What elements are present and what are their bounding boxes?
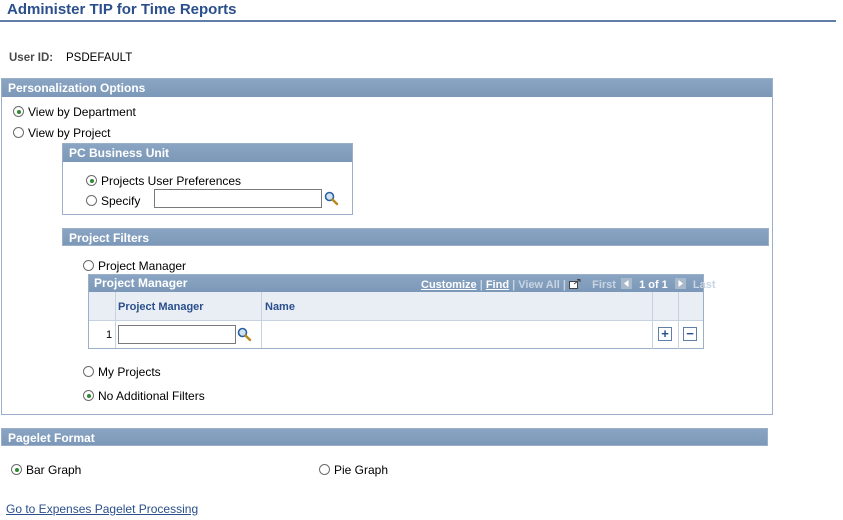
project-manager-option[interactable]: Project Manager — [83, 258, 186, 273]
download-icon[interactable] — [569, 279, 581, 292]
pagelet-format-section: Pagelet Format Bar Graph Pie Graph — [1, 428, 768, 488]
view-by-department-label: View by Department — [28, 104, 136, 119]
project-filters-section: Project Filters Project Manager Project … — [62, 228, 769, 408]
projects-user-preferences-option[interactable]: Projects User Preferences — [86, 173, 241, 188]
personalization-options-header: Personalization Options — [2, 79, 772, 97]
projects-user-preferences-label: Projects User Preferences — [101, 173, 242, 188]
page-title: Administer TIP for Time Reports — [7, 1, 237, 18]
view-by-project-option[interactable]: View by Project — [13, 125, 110, 140]
grid-title-bar: Project Manager Customize | Find | View … — [89, 275, 716, 292]
page-count: 1 of 1 — [639, 279, 668, 291]
specify-label: Specify — [101, 193, 141, 208]
pagelet-format-header: Pagelet Format — [1, 428, 768, 446]
grid-title: Project Manager — [94, 276, 188, 290]
grid-navigation: Customize | Find | View All | First 1 of… — [421, 278, 716, 292]
personalization-options-group: Personalization Options View by Departme… — [1, 78, 773, 415]
view-by-project-label: View by Project — [28, 125, 111, 140]
view-by-department-radio[interactable] — [13, 106, 24, 118]
business-unit-input[interactable] — [154, 189, 322, 208]
view-by-project-radio[interactable] — [13, 127, 24, 139]
customize-link[interactable]: Customize — [421, 279, 477, 291]
my-projects-option[interactable]: My Projects — [83, 364, 161, 379]
find-link[interactable]: Find — [486, 279, 509, 291]
first-link[interactable]: First — [592, 279, 616, 291]
specify-option[interactable]: Specify — [86, 193, 140, 208]
previous-arrow-icon[interactable] — [621, 278, 632, 289]
my-projects-label: My Projects — [98, 364, 161, 379]
user-id-label: User ID: — [9, 52, 54, 64]
project-manager-radio[interactable] — [83, 260, 94, 272]
expenses-pagelet-processing-link[interactable]: Go to Expenses Pagelet Processing — [6, 502, 198, 516]
my-projects-radio[interactable] — [83, 366, 94, 378]
business-unit-lookup-icon[interactable] — [324, 191, 339, 209]
user-id-value: PSDEFAULT — [66, 52, 133, 64]
project-filters-header: Project Filters — [62, 228, 769, 246]
project-manager-input[interactable] — [118, 325, 236, 344]
pie-graph-label: Pie Graph — [334, 462, 389, 477]
bar-graph-radio[interactable] — [11, 464, 22, 476]
next-arrow-icon[interactable] — [674, 278, 686, 289]
add-row-button[interactable]: + — [658, 327, 672, 341]
bar-graph-label: Bar Graph — [26, 462, 82, 477]
no-additional-filters-label: No Additional Filters — [98, 388, 205, 403]
pc-business-unit-group: PC Business Unit Projects User Preferenc… — [62, 143, 353, 215]
column-header-project-manager: Project Manager — [118, 301, 204, 313]
pie-graph-radio[interactable] — [319, 464, 330, 476]
delete-row-button[interactable]: − — [683, 327, 697, 341]
column-header-name: Name — [265, 301, 295, 313]
title-divider — [0, 20, 836, 22]
pc-business-unit-header: PC Business Unit — [63, 144, 352, 162]
table-row: 1 + − — [89, 321, 703, 348]
pie-graph-option[interactable]: Pie Graph — [319, 462, 388, 477]
grid-column-header-row: Project Manager Name — [89, 292, 703, 349]
view-all-link[interactable]: View All — [518, 279, 560, 291]
project-manager-grid: Project Manager Customize | Find | View … — [88, 274, 716, 349]
project-manager-lookup-icon[interactable] — [237, 327, 252, 345]
projects-user-preferences-radio[interactable] — [86, 175, 97, 187]
view-by-department-option[interactable]: View by Department — [13, 104, 136, 119]
no-additional-filters-option[interactable]: No Additional Filters — [83, 388, 205, 403]
last-link[interactable]: Last — [693, 279, 716, 291]
row-number: 1 — [106, 329, 113, 341]
specify-radio[interactable] — [86, 195, 97, 207]
project-manager-option-label: Project Manager — [98, 258, 187, 273]
bar-graph-option[interactable]: Bar Graph — [11, 462, 81, 477]
no-additional-filters-radio[interactable] — [83, 390, 94, 402]
